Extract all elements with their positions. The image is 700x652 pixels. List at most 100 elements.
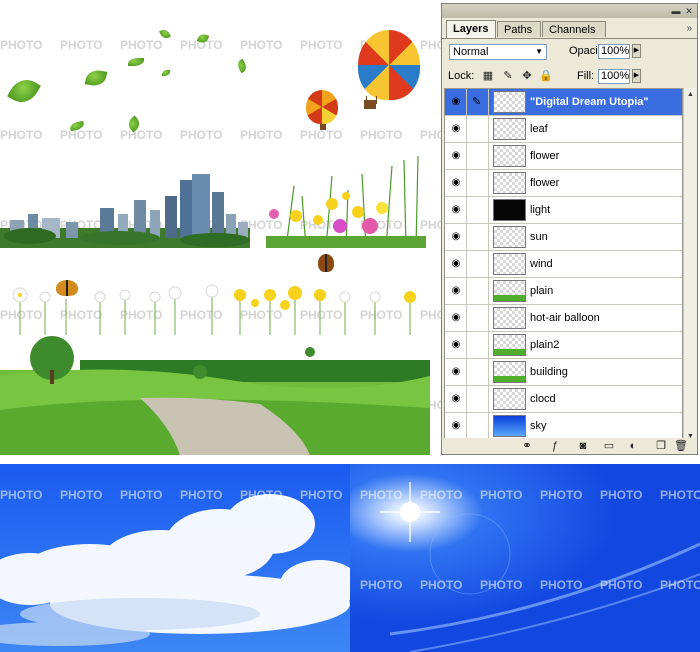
visibility-toggle[interactable]: ◉ [445,89,467,115]
chevron-down-icon: ▼ [535,47,543,56]
layer-row[interactable]: ◉ sky [445,413,682,440]
layer-row[interactable]: ◉ sun [445,224,682,251]
visibility-toggle[interactable]: ◉ [445,251,467,277]
layer-name[interactable]: sky [530,413,547,439]
lock-label: Lock: [448,70,475,82]
layer-name[interactable]: clocd [530,386,556,412]
layer-name[interactable]: light [530,197,550,223]
layer-link-cell[interactable] [467,197,489,223]
layer-row[interactable]: ◉ plain [445,278,682,305]
lock-transparency-icon[interactable]: ▦ [482,70,494,82]
trash-icon[interactable]: 🗑 [674,440,688,452]
visibility-toggle[interactable]: ◉ [445,143,467,169]
visibility-toggle[interactable]: ◉ [445,116,467,142]
lock-position-icon[interactable]: ✥ [521,70,533,82]
layer-thumbnail[interactable] [493,388,526,410]
balloon-large-icon [358,30,420,100]
layer-link-cell[interactable] [467,170,489,196]
layers-list: ◉ ✎ "Digital Dream Utopia" ◉ leaf ◉ flower ◉ flo… [444,88,683,444]
layer-link-cell[interactable] [467,251,489,277]
watermark-text: PHOTO [240,38,283,52]
visibility-toggle[interactable]: ◉ [445,170,467,196]
layer-thumbnail[interactable] [493,307,526,329]
layer-thumbnail[interactable] [493,280,526,302]
layer-name[interactable]: "Digital Dream Utopia" [530,89,649,115]
layer-thumbnail[interactable] [493,91,526,113]
layer-link-cell[interactable] [467,413,489,439]
layer-link-cell[interactable] [467,143,489,169]
layer-mask-icon[interactable]: ◙ [576,440,590,452]
layer-thumbnail[interactable] [493,118,526,140]
tab-paths[interactable]: Paths [497,21,541,37]
link-layers-icon[interactable]: ⚭ [520,440,534,452]
layer-thumbnail[interactable] [493,199,526,221]
lock-all-icon[interactable]: 🔒 [539,70,553,82]
layer-row[interactable]: ◉ flower [445,143,682,170]
visibility-toggle[interactable]: ◉ [445,332,467,358]
fill-label: Fill: [577,70,595,82]
opacity-stepper-icon[interactable]: ▶ [632,44,641,58]
layer-row[interactable]: ◉ building [445,359,682,386]
city-skyline-image [0,174,250,248]
layer-link-cell[interactable] [467,116,489,142]
layer-row[interactable]: ◉ hot-air balloon [445,305,682,332]
layer-row[interactable]: ◉ flower [445,170,682,197]
close-icon[interactable]: ✕ [684,6,694,16]
lock-image-icon[interactable]: ✎ [502,70,514,82]
layer-link-cell[interactable] [467,305,489,331]
layer-row[interactable]: ◉ ✎ "Digital Dream Utopia" [445,89,682,116]
layer-name[interactable]: leaf [530,116,548,142]
layer-link-cell[interactable] [467,359,489,385]
eye-icon: ◉ [451,258,461,269]
layer-name[interactable]: sun [530,224,548,250]
opacity-field[interactable]: 100% [598,44,630,59]
layer-name[interactable]: plain2 [530,332,559,358]
adjustment-layer-icon[interactable]: ◐ [626,440,640,452]
layer-name[interactable]: flower [530,143,559,169]
leaf-icon [159,27,171,41]
visibility-toggle[interactable]: ◉ [445,413,467,439]
layer-row[interactable]: ◉ plain2 [445,332,682,359]
tab-channels[interactable]: Channels [542,21,606,37]
new-layer-icon[interactable]: ❐ [654,440,668,452]
layer-thumbnail[interactable] [493,334,526,356]
visibility-toggle[interactable]: ◉ [445,359,467,385]
scroll-up-icon[interactable]: ▲ [685,89,696,100]
layer-thumbnail[interactable] [493,253,526,275]
layers-scrollbar[interactable]: ▲ ▼ [683,88,696,444]
layer-style-icon[interactable]: ƒ [548,440,562,452]
minimize-icon[interactable]: ▬ [671,6,681,16]
layer-name[interactable]: building [530,359,568,385]
layer-link-cell[interactable] [467,386,489,412]
layer-link-cell[interactable] [467,224,489,250]
tab-layers[interactable]: Layers [446,20,496,38]
visibility-toggle[interactable]: ◉ [445,278,467,304]
layer-name[interactable]: plain [530,278,553,304]
layer-row[interactable]: ◉ light [445,197,682,224]
layer-thumbnail[interactable] [493,172,526,194]
layer-name[interactable]: flower [530,170,559,196]
fill-stepper-icon[interactable]: ▶ [632,69,641,83]
panel-titlebar[interactable]: ▬ ✕ [442,4,697,18]
layer-row[interactable]: ◉ leaf [445,116,682,143]
layer-row[interactable]: ◉ clocd [445,386,682,413]
panel-menu-icon[interactable]: » [686,23,692,34]
visibility-toggle[interactable]: ◉ [445,305,467,331]
new-group-icon[interactable]: ▭ [602,440,616,452]
layer-thumbnail[interactable] [493,145,526,167]
visibility-toggle[interactable]: ◉ [445,386,467,412]
layer-name[interactable]: hot-air balloon [530,305,600,331]
visibility-toggle[interactable]: ◉ [445,197,467,223]
layer-link-cell[interactable] [467,278,489,304]
layer-thumbnail[interactable] [493,361,526,383]
layer-row[interactable]: ◉ wind [445,251,682,278]
layer-name[interactable]: wind [530,251,553,277]
layer-thumbnail[interactable] [493,415,526,437]
layer-link-cell[interactable]: ✎ [467,89,489,115]
layer-link-cell[interactable] [467,332,489,358]
blend-mode-select[interactable]: Normal ▼ [449,44,547,60]
visibility-toggle[interactable]: ◉ [445,224,467,250]
layer-thumbnail[interactable] [493,226,526,248]
fill-field[interactable]: 100% [598,69,630,84]
eye-icon: ◉ [451,285,461,296]
